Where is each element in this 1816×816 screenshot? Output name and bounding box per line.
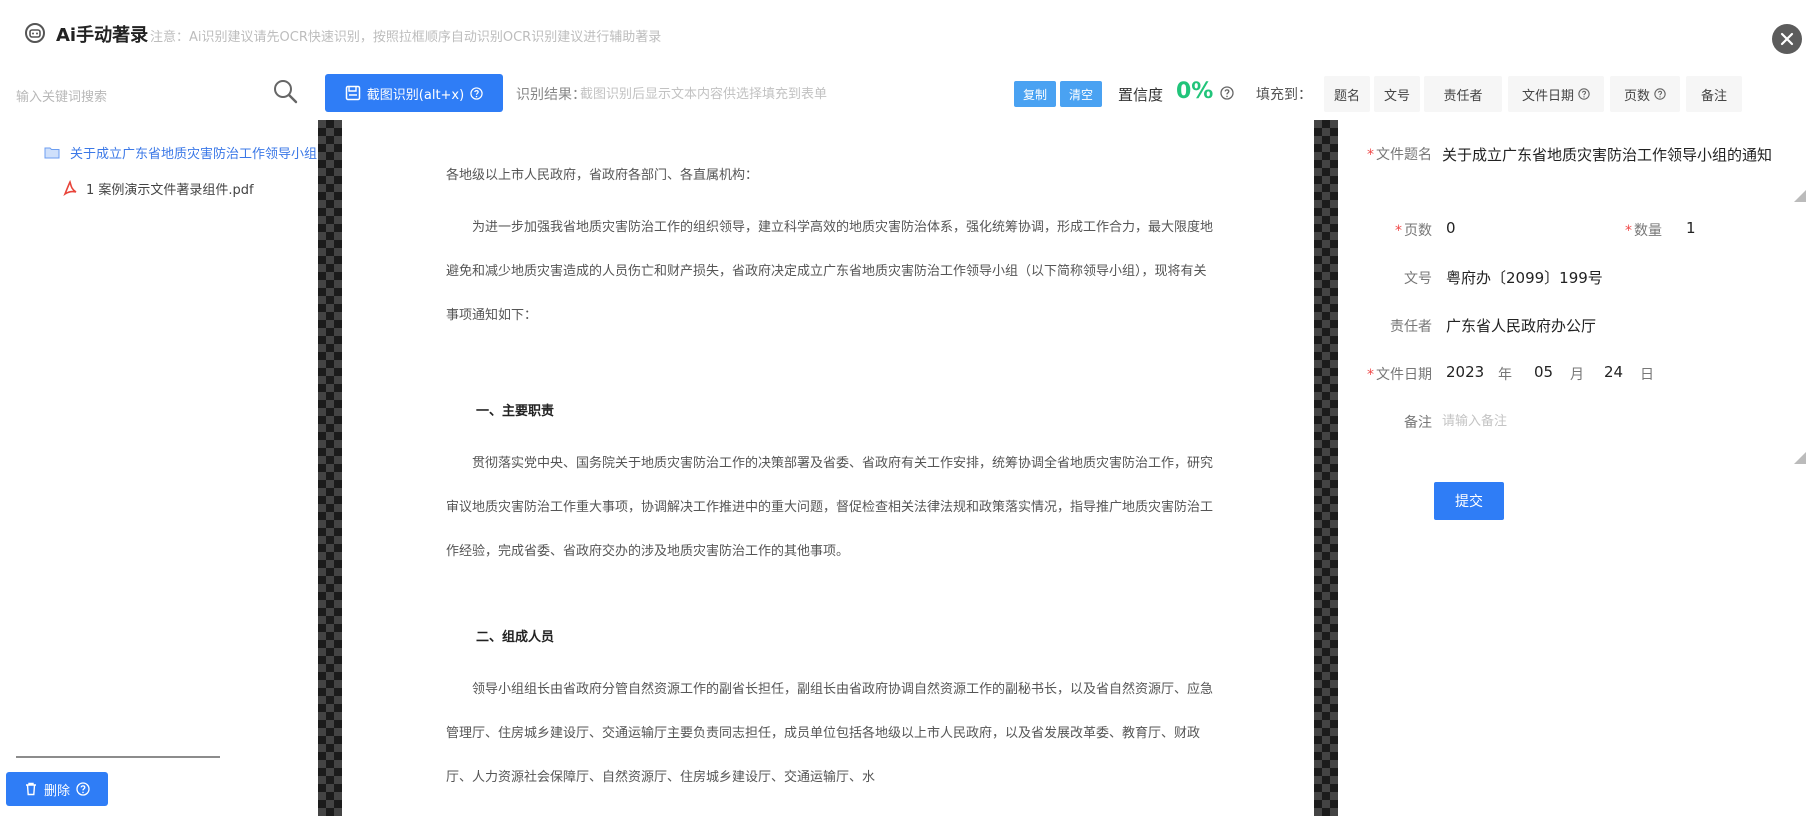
help-icon [76,782,90,796]
document-heading: 一、主要职责 [476,404,555,419]
fill-to-label: 填充到： [1256,87,1312,103]
close-icon [1780,32,1794,46]
docno-input[interactable]: 粤府办〔2099〕199号 [1446,267,1603,288]
confidence-value: 0% [1176,79,1214,104]
window-title: Ai手动著录 [56,25,149,46]
date-label-row: * 文件日期 [1350,364,1432,384]
divider [16,756,220,758]
field-chip-label: 文号 [1383,88,1410,104]
field-chip-label: 题名 [1333,88,1360,104]
ai-robot-icon [25,23,45,43]
fill-field-note-button[interactable]: 备注 [1686,76,1742,112]
count-input[interactable]: 1 [1686,219,1696,237]
document-viewer: 各地级以上市人民政府，省政府各部门、各直属机构： 为进一步加强我省地质灾害防治工… [318,120,1338,816]
date-month-input[interactable]: 05 [1534,363,1553,381]
docno-label-row: 文号 [1350,268,1432,288]
folder-icon [44,147,60,159]
count-label-row: * 数量 [1620,220,1662,240]
clear-button[interactable]: 清空 [1060,81,1102,107]
confidence-label: 置信度 [1118,86,1164,104]
title-label-row: * 文件题名 [1350,144,1432,164]
copy-button[interactable]: 复制 [1014,81,1056,107]
document-heading: 二、组成人员 [476,630,555,645]
help-icon [1654,88,1666,100]
tree-item-label: 关于成立广东省地质灾害防治工作领导小组的通知 [70,146,318,162]
search-icon[interactable] [270,76,300,106]
document-paragraph: 领导小组组长由省政府分管自然资源工作的副省长担任，副组长由省政府协调自然资源工作… [446,682,1214,785]
window-hint: 注意：Ai识别建议请先OCR快速识别，按照拉框顺序自动识别OCR识别建议进行辅助… [150,30,662,45]
field-chip-label: 备注 [1700,88,1727,104]
author-input[interactable]: 广东省人民政府办公厅 [1446,315,1596,336]
fill-field-docno-button[interactable]: 文号 [1374,76,1420,112]
help-icon [470,86,483,100]
tree-item-folder[interactable]: 关于成立广东省地质灾害防治工作领导小组的通知 [44,140,318,164]
document-page[interactable]: 各地级以上市人民政府，省政府各部门、各直属机构： 为进一步加强我省地质灾害防治工… [342,120,1314,816]
file-tree: 关于成立广东省地质灾害防治工作领导小组的通知 1 案例演示文件著录组件.pdf [44,140,318,200]
author-label: 责任者 [1390,319,1432,335]
recognition-result-input[interactable] [580,82,870,106]
delete-label: 删除 [43,783,70,799]
title-textarea[interactable]: 关于成立广东省地质灾害防治工作领导小组的通知 [1442,142,1782,232]
resize-grip-icon[interactable] [1792,188,1806,202]
delete-button[interactable]: 删除 [6,772,108,806]
date-label: * 文件日期 [1367,367,1432,383]
submit-button[interactable]: 提交 [1434,482,1504,520]
date-year-input[interactable]: 2023 [1446,363,1484,381]
viewer-rail-left [318,120,342,816]
close-button[interactable] [1772,24,1802,54]
count-label: * 数量 [1625,223,1662,239]
field-chip-label: 文件日期 [1521,88,1574,104]
help-icon[interactable] [1220,86,1234,100]
recognition-result-label: 识别结果： [516,87,586,103]
viewer-rail-right [1314,120,1338,816]
docno-label: 文号 [1404,271,1432,287]
tree-item-label: 1 案例演示文件著录组件.pdf [86,182,254,198]
field-chip-label: 页数 [1623,88,1650,104]
trash-icon [25,782,36,796]
pages-label: * 页数 [1395,223,1432,239]
note-label-row: 备注 [1350,412,1432,432]
date-day-input[interactable]: 24 [1604,363,1623,381]
help-icon [1578,88,1590,100]
pdf-file-icon [63,180,77,196]
file-tree-panel: 关于成立广东省地质灾害防治工作领导小组的通知 1 案例演示文件著录组件.pdf … [0,70,318,816]
capture-label: 截图识别(alt+x) [366,87,465,103]
tree-item-file[interactable]: 1 案例演示文件著录组件.pdf [44,176,318,200]
metadata-form: * 文件题名 关于成立广东省地质灾害防治工作领导小组的通知 * 页数 0 * 数量 1… [1338,120,1816,816]
title-bar: Ai手动著录 注意：Ai识别建议请先OCR快速识别，按照拉框顺序自动识别OCR识… [0,0,1816,70]
fill-field-title-button[interactable]: 题名 [1324,76,1370,112]
fill-field-date-button[interactable]: 文件日期 [1508,76,1604,112]
document-salutation: 各地级以上市人民政府，省政府各部门、各直属机构： [446,168,759,183]
note-textarea[interactable] [1442,410,1782,470]
day-unit: 日 [1640,367,1654,383]
month-unit: 月 [1570,367,1584,383]
pages-label-row: * 页数 [1350,220,1432,240]
title-label: * 文件题名 [1367,147,1432,163]
document-paragraph: 为进一步加强我省地质灾害防治工作的组织领导，建立科学高效的地质灾害防治体系，强化… [446,220,1214,323]
resize-grip-icon[interactable] [1792,450,1806,464]
fill-field-author-button[interactable]: 责任者 [1424,76,1502,112]
pages-input[interactable]: 0 [1446,219,1456,237]
fill-field-pages-button[interactable]: 页数 [1610,76,1680,112]
year-unit: 年 [1498,367,1512,383]
tree-search-input[interactable] [16,82,256,112]
screenshot-recognize-button[interactable]: 截图识别(alt+x) [325,74,503,112]
author-label-row: 责任者 [1350,316,1432,336]
document-paragraph: 贯彻落实党中央、国务院关于地质灾害防治工作的决策部署及省委、省政府有关工作安排，… [446,456,1214,559]
recognition-toolbar: 截图识别(alt+x) 识别结果： 复制 清空 置信度 0% 填充到： 题名 文… [318,70,1816,120]
field-chip-label: 责任者 [1443,88,1483,104]
note-label: 备注 [1404,415,1432,431]
save-icon [345,85,361,101]
